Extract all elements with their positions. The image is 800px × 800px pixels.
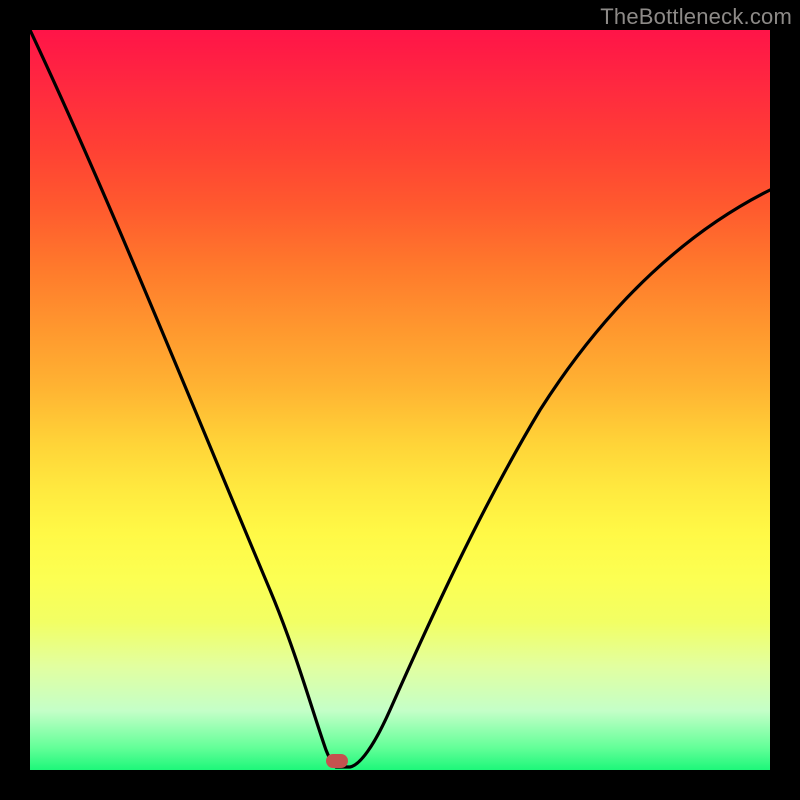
watermark-text: TheBottleneck.com	[600, 4, 792, 30]
optimal-point-marker	[326, 754, 348, 768]
bottleneck-curve-path	[30, 30, 770, 767]
chart-frame: TheBottleneck.com	[0, 0, 800, 800]
plot-area	[30, 30, 770, 770]
curve-svg	[30, 30, 770, 770]
